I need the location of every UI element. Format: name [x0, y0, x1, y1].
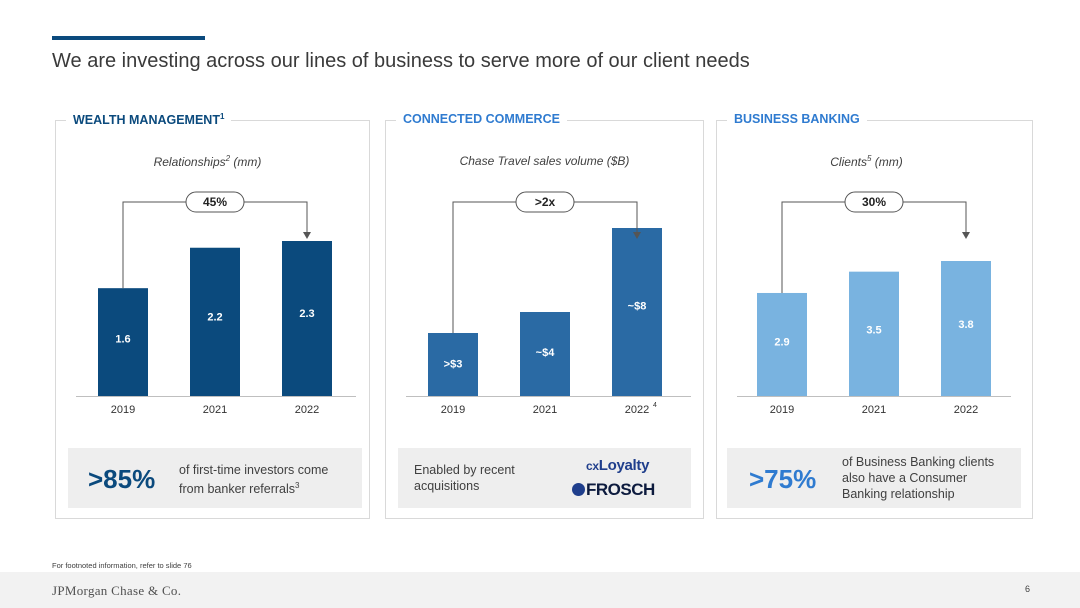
chase-travel-sales-chart: >$3 2019 ~$4 2021 ~$8 2022 4 >2x: [406, 191, 691, 416]
x-tick-label: 2022: [295, 404, 319, 416]
data-label: >$3: [444, 358, 463, 370]
data-label: 2.2: [207, 311, 222, 323]
callout-text: of first-time investors come from banker…: [179, 462, 328, 497]
footer-bar: JPMorgan Chase & Co. 6: [0, 572, 1080, 608]
callout-text-line-2: from banker referrals3: [179, 478, 328, 497]
callout-text: Enabled by recent acquisitions: [414, 462, 515, 494]
data-label: 3.8: [958, 319, 973, 331]
growth-label: 45%: [203, 195, 227, 209]
x-tick-label: 2021: [862, 404, 886, 416]
growth-label: >2x: [535, 195, 556, 209]
callout-footnote: 3: [295, 481, 300, 490]
frosch-logo: FROSCH: [572, 480, 655, 500]
wealth-relationships-chart: 1.6 2019 2.2 2021 2.3 2022 45%: [76, 191, 356, 416]
data-label: 2.3: [299, 308, 314, 320]
business-banking-clients-chart: 2.9 2019 3.5 2021 3.8 2022 30%: [737, 191, 1011, 416]
page-title: We are investing across our lines of bus…: [52, 50, 750, 72]
x-tick-label: 2021: [203, 404, 227, 416]
data-label: 2.9: [774, 336, 789, 348]
callout-text-line-3: Banking relationship: [842, 487, 955, 501]
callout-stat: >75%: [749, 464, 817, 494]
connected-commerce-panel: CONNECTED COMMERCE Chase Travel sales vo…: [385, 112, 704, 519]
callout-box: >85% of first-time investors come from b…: [68, 448, 362, 508]
data-label: ~$4: [536, 347, 556, 359]
x-tick-label: 2019: [770, 404, 794, 416]
frosch-logo-text: FROSCH: [586, 480, 655, 499]
data-label: 1.6: [115, 334, 130, 346]
globe-icon: [572, 483, 585, 496]
cxloyalty-logo: cxLoyalty: [586, 457, 649, 474]
growth-arrow-head: [962, 232, 970, 239]
x-tick-label: 2019: [111, 404, 135, 416]
x-tick-label: 2022: [954, 404, 978, 416]
cxloyalty-logo-cx: cx: [586, 459, 599, 473]
callout-box: >75% of Business Banking clients also ha…: [727, 448, 1021, 508]
callout-text-line-1: of Business Banking clients: [842, 455, 995, 469]
data-label: 3.5: [866, 325, 881, 337]
x-tick-label: 2019: [441, 404, 465, 416]
callout-stat: >85%: [88, 464, 156, 494]
data-label: ~$8: [628, 301, 647, 313]
page-number: 6: [1024, 584, 1030, 594]
x-tick-label: 2021: [533, 404, 557, 416]
x-tick-label: 2022: [625, 404, 649, 416]
growth-label: 30%: [862, 195, 886, 209]
growth-arrow-head: [303, 232, 311, 239]
footnote: For footnoted information, refer to slid…: [52, 561, 192, 570]
callout-text-line-2-text: from banker referrals: [179, 482, 296, 497]
business-banking-panel: BUSINESS BANKING Clients5 (mm) 2.9 2019 3.…: [716, 112, 1033, 519]
cxloyalty-logo-loyalty: Loyalty: [598, 457, 650, 474]
jpmorgan-chase-logo: JPMorgan Chase & Co.: [52, 583, 182, 598]
title-accent-rule: [52, 36, 205, 40]
callout-text: of Business Banking clients also have a …: [842, 454, 994, 502]
wealth-management-panel: WEALTH MANAGEMENT1 Relationships2 (mm) 1…: [55, 112, 370, 519]
x-tick-footnote: 4: [653, 402, 657, 409]
callout-text-line-1: Enabled by recent: [414, 463, 515, 477]
callout-text-line-1: of first-time investors come: [179, 463, 329, 477]
callout-box: Enabled by recent acquisitions cxLoyalty…: [398, 448, 691, 508]
callout-text-line-2: also have a Consumer: [842, 471, 968, 485]
callout-text-line-2: acquisitions: [414, 479, 480, 493]
